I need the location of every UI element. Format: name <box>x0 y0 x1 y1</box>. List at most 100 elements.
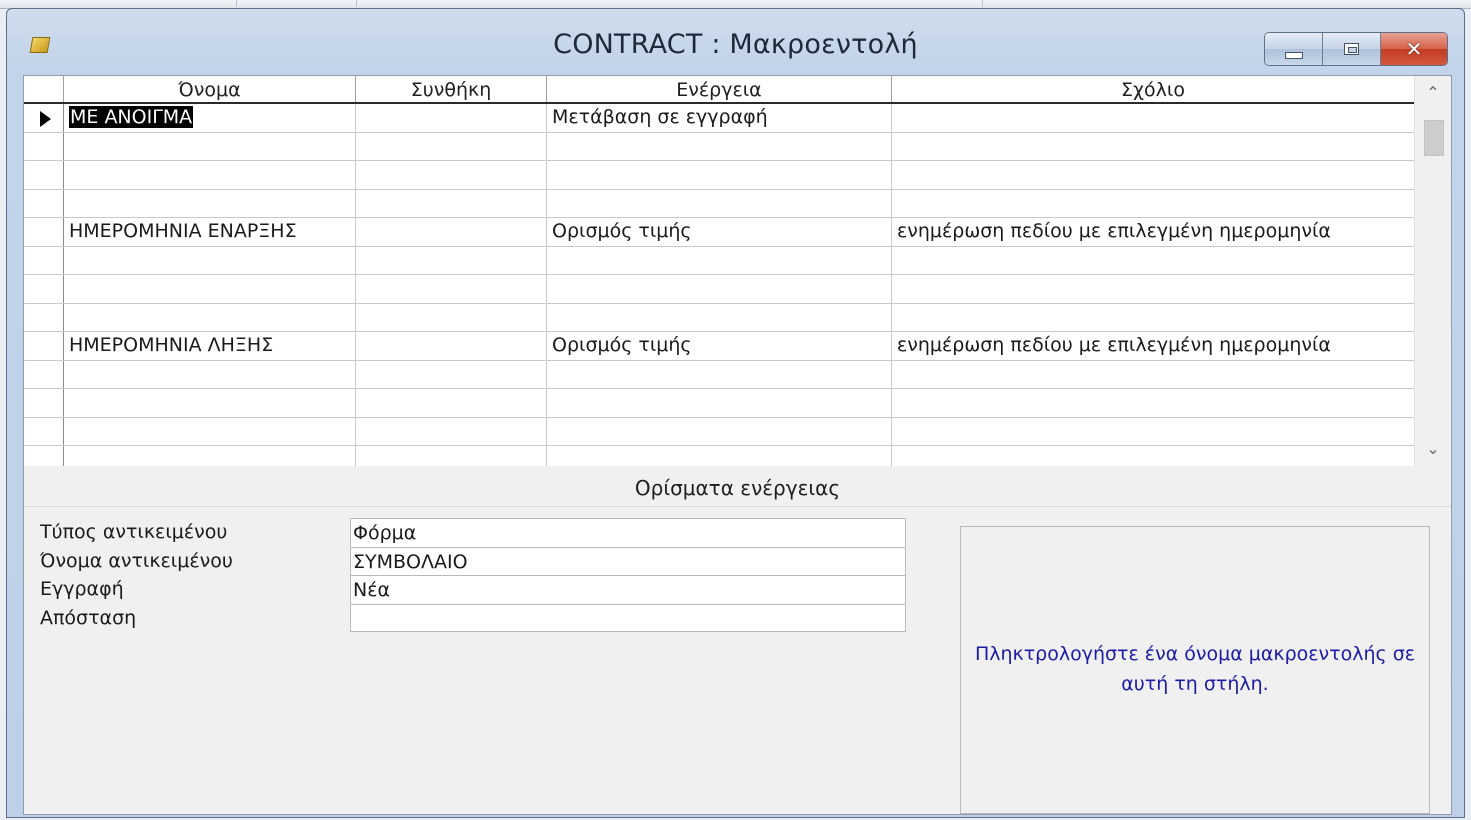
grid-row[interactable]: ΗΜΕΡΟΜΗΝΙΑ ΛΗΞΗΣ Ορισμός τιμής ενημέρωση π… <box>24 332 1414 361</box>
scroll-up-arrow-icon[interactable]: ⌃ <box>1415 78 1451 108</box>
comment-cell[interactable] <box>892 133 1414 161</box>
row-selector[interactable] <box>24 446 64 466</box>
name-cell[interactable]: ΜΕ ΑΝΟΙΓΜΑ <box>64 104 356 132</box>
grid-row[interactable] <box>24 417 1414 446</box>
condition-cell[interactable] <box>356 275 547 303</box>
row-selector[interactable] <box>24 417 64 445</box>
name-cell[interactable] <box>64 189 356 217</box>
action-cell[interactable] <box>547 360 892 388</box>
name-cell[interactable]: ΗΜΕΡΟΜΗΝΙΑ ΛΗΞΗΣ <box>64 332 356 360</box>
comment-cell[interactable] <box>892 247 1414 275</box>
condition-cell[interactable] <box>356 218 547 246</box>
argument-value-field[interactable] <box>350 603 906 632</box>
grid-row[interactable] <box>24 132 1414 161</box>
action-cell[interactable] <box>547 446 892 466</box>
name-cell[interactable] <box>64 446 356 466</box>
row-selector[interactable] <box>24 189 64 217</box>
column-header-condition[interactable]: Συνθήκη <box>356 76 547 102</box>
comment-cell[interactable] <box>892 275 1414 303</box>
condition-cell[interactable] <box>356 360 547 388</box>
window-title: CONTRACT : Μακροεντολή <box>553 29 918 60</box>
row-selector[interactable] <box>24 360 64 388</box>
action-cell[interactable] <box>547 189 892 217</box>
column-header-name[interactable]: Όνομα <box>64 76 356 102</box>
grid-row[interactable] <box>24 275 1414 304</box>
name-cell[interactable] <box>64 303 356 331</box>
grid-row[interactable] <box>24 189 1414 218</box>
condition-cell[interactable] <box>356 389 547 417</box>
comment-cell[interactable] <box>892 161 1414 189</box>
row-selector[interactable] <box>24 303 64 331</box>
condition-cell[interactable] <box>356 446 547 466</box>
strip-segment <box>356 0 983 7</box>
row-selector[interactable] <box>24 132 64 160</box>
comment-cell[interactable] <box>892 418 1414 446</box>
column-header-action[interactable]: Ενέργεια <box>547 76 892 102</box>
grid-row[interactable] <box>24 360 1414 389</box>
comment-cell[interactable] <box>892 190 1414 218</box>
grid-row[interactable] <box>24 389 1414 418</box>
grid-row[interactable] <box>24 161 1414 190</box>
column-header-comment[interactable]: Σχόλιο <box>892 76 1414 102</box>
comment-cell[interactable] <box>892 104 1414 132</box>
argument-label: Όνομα αντικειμένου <box>40 549 233 572</box>
action-cell[interactable] <box>547 417 892 445</box>
minimize-button[interactable] <box>1265 33 1323 65</box>
action-cell[interactable]: Ορισμός τιμής <box>547 332 892 360</box>
action-cell-text: Ορισμός τιμής <box>552 334 692 356</box>
restore-button[interactable] <box>1323 33 1381 65</box>
grid-row[interactable] <box>24 246 1414 275</box>
name-cell-text: ΜΕ ΑΝΟΙΓΜΑ <box>69 106 194 128</box>
row-selector[interactable] <box>24 218 64 246</box>
condition-cell[interactable] <box>356 246 547 274</box>
action-cell[interactable] <box>547 246 892 274</box>
row-selector[interactable] <box>24 161 64 189</box>
comment-cell[interactable] <box>892 446 1414 466</box>
action-cell[interactable]: Ορισμός τιμής <box>547 218 892 246</box>
action-cell[interactable] <box>547 275 892 303</box>
action-cell[interactable] <box>547 132 892 160</box>
condition-cell[interactable] <box>356 104 547 132</box>
row-selector[interactable] <box>24 246 64 274</box>
row-selector[interactable] <box>24 275 64 303</box>
scroll-down-arrow-icon[interactable]: ⌄ <box>1415 434 1451 464</box>
grid-row[interactable]: ΗΜΕΡΟΜΗΝΙΑ ΕΝΑΡΞΗΣ Ορισμός τιμής ενημέρωση… <box>24 218 1414 247</box>
row-selector[interactable] <box>24 332 64 360</box>
comment-cell[interactable] <box>892 389 1414 417</box>
condition-cell[interactable] <box>356 132 547 160</box>
name-cell[interactable] <box>64 417 356 445</box>
grid-row[interactable] <box>24 446 1414 466</box>
name-cell[interactable]: ΗΜΕΡΟΜΗΝΙΑ ΕΝΑΡΞΗΣ <box>64 218 356 246</box>
grid-row[interactable] <box>24 303 1414 332</box>
grid-row[interactable]: ΜΕ ΑΝΟΙΓΜΑ Μετάβαση σε εγγραφή <box>24 104 1414 133</box>
action-cell[interactable]: Μετάβαση σε εγγραφή <box>547 104 892 132</box>
condition-cell[interactable] <box>356 303 547 331</box>
argument-value-field[interactable]: Νέα <box>350 575 906 604</box>
argument-value-field[interactable]: ΣΥΜΒΟΛΑΙΟ <box>350 546 906 575</box>
name-cell[interactable] <box>64 275 356 303</box>
name-cell[interactable] <box>64 161 356 189</box>
name-cell[interactable] <box>64 389 356 417</box>
comment-cell[interactable]: ενημέρωση πεδίου με επιλεγμένη ημερομηνί… <box>892 218 1414 246</box>
action-cell[interactable] <box>547 161 892 189</box>
close-button[interactable]: ✕ <box>1381 33 1447 65</box>
condition-cell[interactable] <box>356 161 547 189</box>
comment-cell[interactable]: ενημέρωση πεδίου με επιλεγμένη ημερομηνί… <box>892 332 1414 360</box>
action-arguments-title: Ορίσματα ενέργειας <box>24 470 1451 507</box>
condition-cell[interactable] <box>356 189 547 217</box>
name-cell[interactable] <box>64 360 356 388</box>
comment-cell[interactable] <box>892 304 1414 332</box>
scroll-thumb[interactable] <box>1424 120 1444 156</box>
name-cell[interactable] <box>64 246 356 274</box>
argument-value-field[interactable]: Φόρμα <box>350 518 906 547</box>
condition-cell[interactable] <box>356 332 547 360</box>
title-bar[interactable]: CONTRACT : Μακροεντολή ✕ <box>7 9 1464 75</box>
comment-cell[interactable] <box>892 361 1414 389</box>
vertical-scrollbar[interactable]: ⌃ ⌄ <box>1414 76 1451 466</box>
action-cell[interactable] <box>547 303 892 331</box>
name-cell[interactable] <box>64 132 356 160</box>
current-row-indicator-icon[interactable] <box>24 104 64 132</box>
row-selector[interactable] <box>24 389 64 417</box>
action-cell[interactable] <box>547 389 892 417</box>
condition-cell[interactable] <box>356 417 547 445</box>
